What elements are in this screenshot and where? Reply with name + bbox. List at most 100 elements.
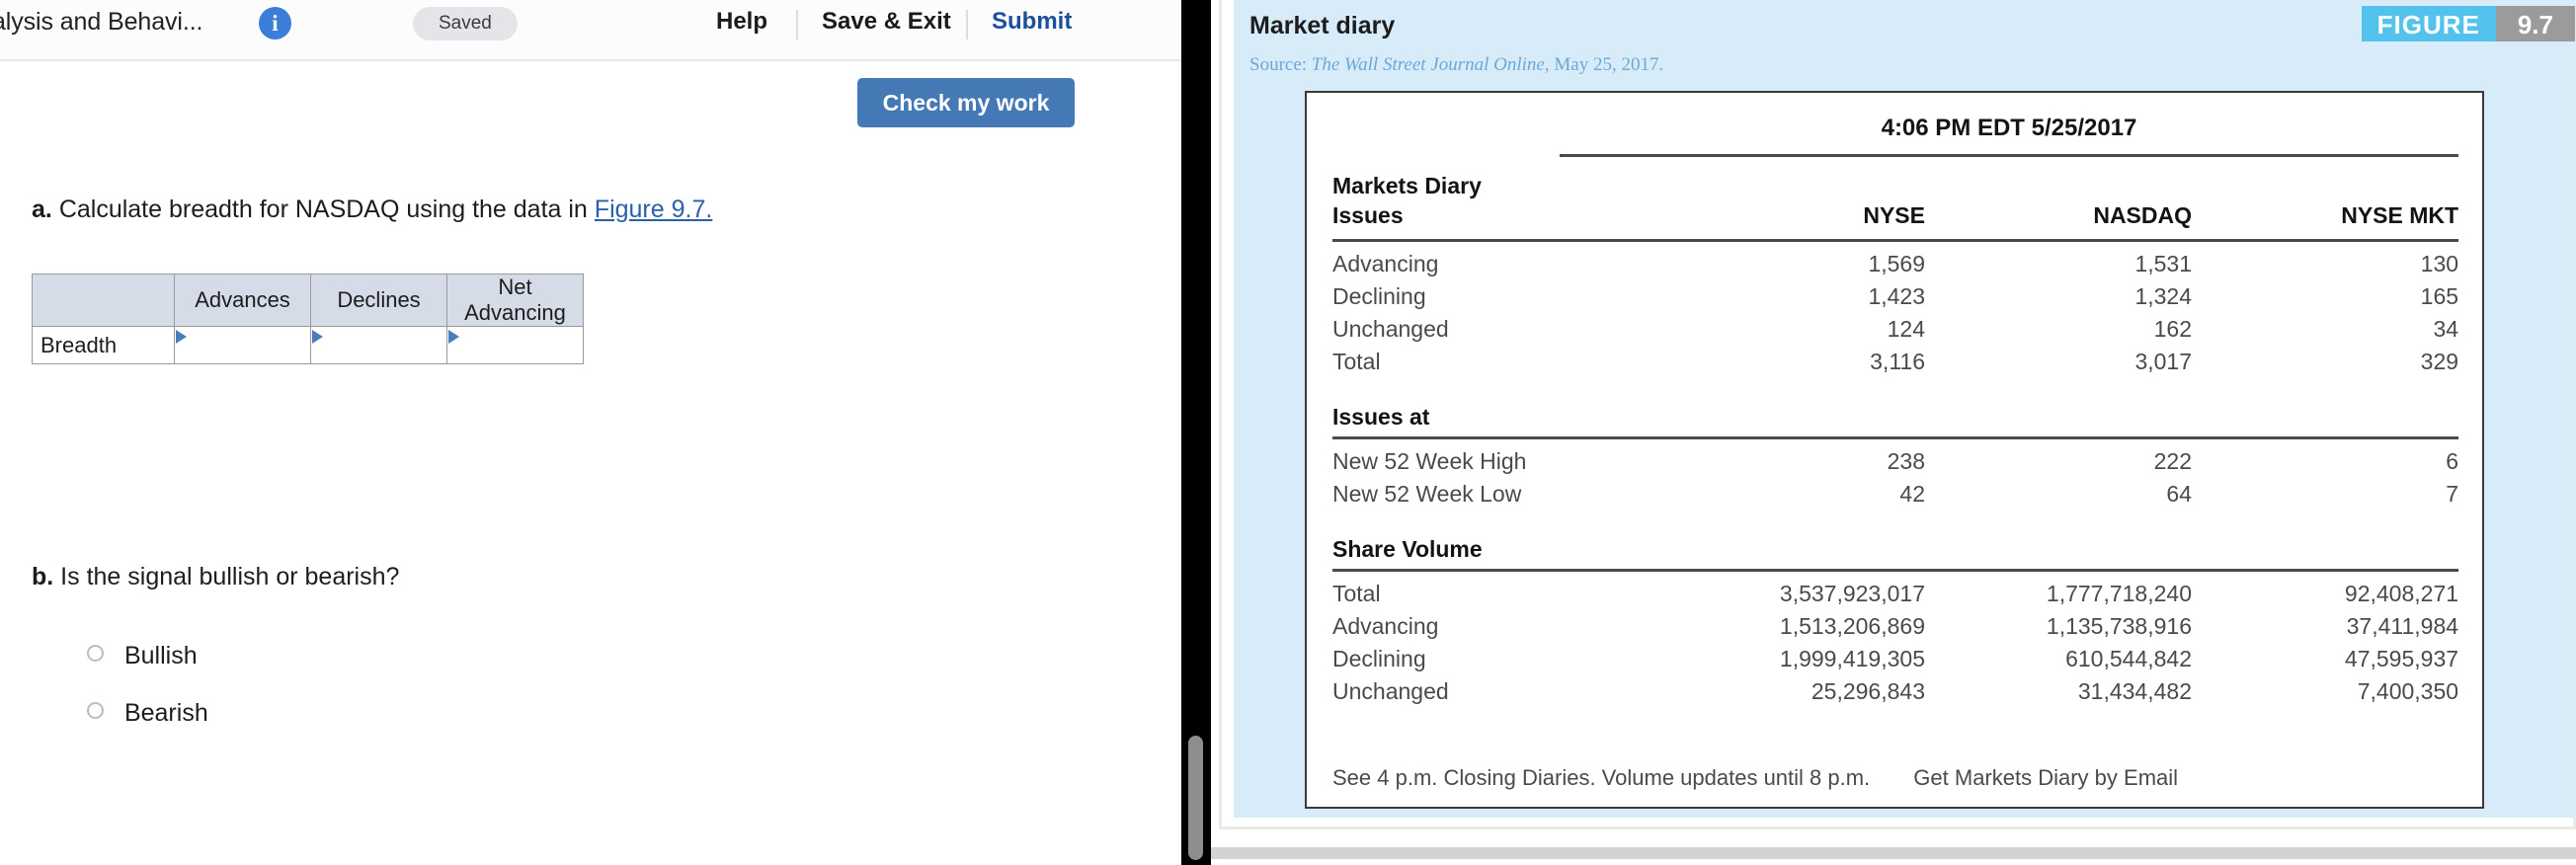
cell-value: 1,513,206,869 — [1779, 613, 1925, 639]
cell-value: 37,411,984 — [2346, 613, 2459, 639]
diary-table-title: Markets Diary — [1332, 173, 1482, 198]
cell-value: 3,017 — [2134, 349, 2192, 374]
input-marker-icon — [448, 330, 459, 344]
diary-footnote-text: See 4 p.m. Closing Diaries. Volume updat… — [1332, 765, 1871, 790]
row-label: Declining — [1332, 283, 1426, 309]
advances-input[interactable] — [175, 327, 310, 363]
table-row: Advancing 1,513,206,869 1,135,738,916 37… — [1332, 610, 2458, 643]
net-advancing-answer-cell[interactable] — [446, 326, 584, 364]
cell-value: 222 — [2153, 448, 2192, 474]
section-title-issues-at: Issues at — [1332, 404, 1430, 430]
radio-label-bullish: Bullish — [123, 642, 198, 669]
radio-option-bearish[interactable]: Bearish — [87, 699, 208, 728]
status-badge: Saved — [413, 7, 518, 40]
table-row: New 52 Week High 238 222 6 — [1332, 445, 2458, 478]
row-label: Total — [1332, 581, 1381, 606]
figure-number-badge: FIGURE 9.7 — [2361, 6, 2575, 41]
figure-source-prefix: Source: — [1249, 54, 1308, 75]
declines-input[interactable] — [311, 327, 446, 363]
radio-button-bullish[interactable] — [87, 645, 104, 662]
check-my-work-button[interactable]: Check my work — [857, 78, 1075, 127]
help-link[interactable]: Help — [716, 8, 767, 36]
table-row: Declining 1,999,419,305 610,544,842 47,5… — [1332, 643, 2458, 675]
question-b-text: Is the signal bullish or bearish? — [60, 563, 400, 590]
column-header-nyse-mkt: NYSE MKT — [2341, 202, 2459, 228]
advances-answer-cell[interactable] — [174, 326, 311, 364]
question-a: a. Calculate breadth for NASDAQ using th… — [32, 196, 712, 224]
radio-button-bearish[interactable] — [87, 702, 104, 719]
row-label: New 52 Week High — [1332, 448, 1527, 474]
section-title-issues: Issues — [1332, 202, 1404, 228]
figure-source-suffix: , May 25, 2017. — [1544, 54, 1664, 75]
row-label: Advancing — [1332, 251, 1439, 276]
row-label: Declining — [1332, 646, 1426, 671]
spacer-row — [1332, 570, 2458, 578]
spacer-row — [1332, 437, 2458, 445]
radio-label-bearish: Bearish — [123, 699, 208, 727]
row-label: Advancing — [1332, 613, 1439, 639]
table-row: Declining 1,423 1,324 165 — [1332, 280, 2458, 313]
figure-title: Market diary — [1249, 12, 1396, 39]
cell-value: 1,135,738,916 — [2046, 613, 2192, 639]
cell-value: 7 — [2446, 481, 2459, 507]
declines-answer-cell[interactable] — [310, 326, 447, 364]
question-b-prefix: b. — [32, 563, 54, 590]
radio-option-bullish[interactable]: Bullish — [87, 642, 198, 670]
figure-source: Source: The Wall Street Journal Online, … — [1249, 54, 1663, 76]
cell-value: 42 — [1899, 481, 1925, 507]
submit-link[interactable]: Submit — [965, 8, 1072, 39]
row-label: Unchanged — [1332, 678, 1449, 704]
figure-panel: Market diary Source: The Wall Street Jou… — [1211, 0, 2576, 865]
table-row: Total 3,116 3,017 329 — [1332, 346, 2458, 378]
table-header-blank — [32, 274, 175, 327]
vertical-scrollbar-thumb[interactable] — [1188, 736, 1203, 860]
page-title: alysis and Behavi... — [0, 8, 203, 36]
table-row: Total 3,537,923,017 1,777,718,240 92,408… — [1332, 578, 2458, 610]
row-label-breadth: Breadth — [32, 326, 175, 364]
cell-value: 31,434,482 — [2077, 678, 2192, 704]
table-row: Unchanged 25,296,843 31,434,482 7,400,35… — [1332, 675, 2458, 708]
cell-value: 1,324 — [2134, 283, 2192, 309]
cell-value: 610,544,842 — [2065, 646, 2192, 671]
cell-value: 25,296,843 — [1811, 678, 1925, 704]
cell-value: 124 — [1887, 316, 1925, 342]
figure-frame: Market diary Source: The Wall Street Jou… — [1219, 0, 2576, 829]
info-icon[interactable]: i — [259, 7, 291, 39]
table-row: New 52 Week Low 42 64 7 — [1332, 478, 2458, 511]
cell-value: 6 — [2446, 448, 2459, 474]
markets-diary-table: Markets Diary Issues NYSE NASDAQ NYSE MK… — [1332, 170, 2459, 708]
question-b: b. Is the signal bullish or bearish? — [32, 563, 399, 591]
diary-column-header-row: Issues NYSE NASDAQ NYSE MKT — [1332, 199, 2458, 237]
table-header-advances: Advances — [174, 274, 311, 327]
save-and-exit-link[interactable]: Save & Exit — [796, 8, 951, 39]
diary-table-title-row: Markets Diary — [1332, 170, 2458, 199]
bottom-bar — [1211, 847, 2576, 859]
cell-value: 1,777,718,240 — [2046, 581, 2192, 606]
column-header-nyse: NYSE — [1863, 202, 1925, 228]
cell-value: 162 — [2153, 316, 2192, 342]
cell-value: 47,595,937 — [2344, 646, 2459, 671]
figure-badge-word: FIGURE — [2361, 6, 2496, 41]
diary-timestamp: 4:06 PM EDT 5/25/2017 — [1881, 115, 2137, 141]
section-header-row: Share Volume — [1332, 511, 2458, 567]
row-label: Unchanged — [1332, 316, 1449, 342]
cell-value: 1,423 — [1868, 283, 1925, 309]
cell-value: 130 — [2420, 251, 2459, 276]
input-marker-icon — [176, 330, 187, 344]
input-marker-icon — [312, 330, 323, 344]
cell-value: 329 — [2420, 349, 2459, 374]
table-header-row: Advances Declines Net Advancing — [32, 274, 584, 327]
table-row: Advancing 1,569 1,531 130 — [1332, 248, 2458, 280]
net-advancing-input[interactable] — [447, 327, 583, 363]
table-row: Unchanged 124 162 34 — [1332, 313, 2458, 346]
row-label: New 52 Week Low — [1332, 481, 1522, 507]
get-markets-diary-by-email-link[interactable]: Get Markets Diary by Email — [1913, 765, 2178, 791]
cell-value: 238 — [1887, 448, 1925, 474]
column-header-nasdaq: NASDAQ — [2093, 202, 2192, 228]
cell-value: 7,400,350 — [2357, 678, 2459, 704]
figure-background: Market diary Source: The Wall Street Jou… — [1234, 0, 2575, 818]
cell-value: 3,116 — [1870, 349, 1925, 374]
question-a-prefix: a. — [32, 196, 52, 223]
cell-value: 165 — [2420, 283, 2459, 309]
figure-9-7-link[interactable]: Figure 9.7. — [595, 196, 713, 223]
